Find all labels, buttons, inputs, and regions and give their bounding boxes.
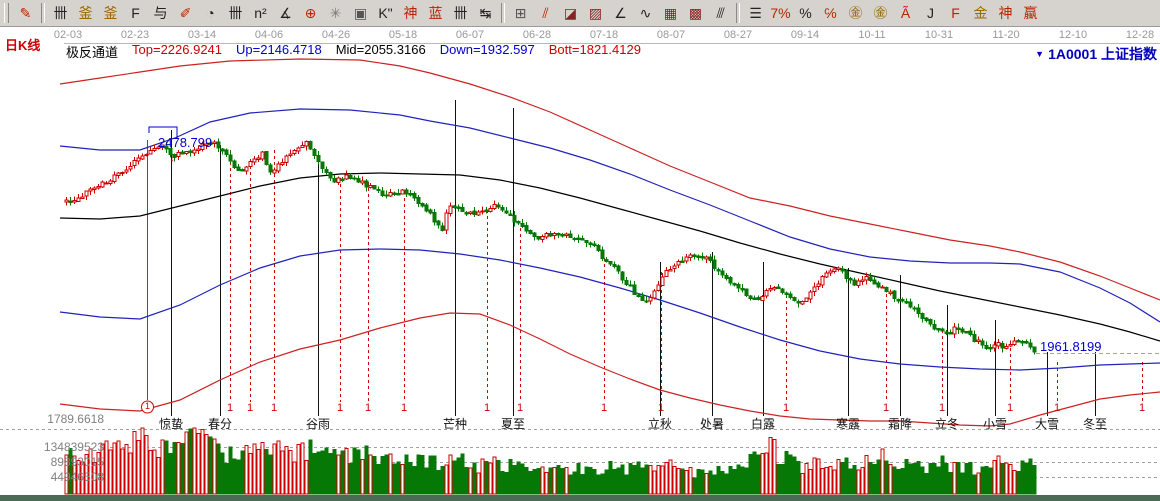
status-bar <box>0 495 1160 501</box>
parallel-lines-icon[interactable]: ⫻ <box>708 2 733 25</box>
gold-circle-icon[interactable]: ㊎ <box>843 2 868 25</box>
percent7-icon[interactable]: 7% <box>768 2 793 25</box>
wave-fit-icon[interactable]: Ã <box>893 2 918 25</box>
gold-circle2-icon[interactable]: ㊎ <box>868 2 893 25</box>
box-tool-icon[interactable]: ⊞ <box>508 2 533 25</box>
angle-measure-icon[interactable]: ∡ <box>273 2 298 25</box>
percent-line-icon[interactable]: ℅ <box>818 2 843 25</box>
pen-icon[interactable]: ✐ <box>173 2 198 25</box>
f-ruler-icon[interactable]: F <box>123 2 148 25</box>
chart-area[interactable]: 日K线 极反通道 Top=2226.9241Up=2146.4718Mid=20… <box>0 27 1160 501</box>
shen-icon[interactable]: 神 <box>398 2 423 25</box>
rays-icon[interactable]: ⫽ <box>533 2 558 25</box>
grid2-icon[interactable]: ▩ <box>683 2 708 25</box>
boxed-star-icon[interactable]: ▣ <box>348 2 373 25</box>
crosshair-icon[interactable]: ⊕ <box>298 2 323 25</box>
ying-line-icon[interactable]: 蠃 <box>1018 2 1043 25</box>
spiral-icon[interactable]: 与 <box>148 2 173 25</box>
n-squared-icon[interactable]: n² <box>248 2 273 25</box>
brush-tool-icon[interactable]: ✎ <box>13 2 38 25</box>
lan-icon[interactable]: 蓝 <box>423 2 448 25</box>
stock-chart-app: ✎卌釜釜F与✐◔卌n²∡⊕✳▣K"神蓝卌↹⊞⫽◪▨∠∿▦▩⫻☰7%%℅㊎㊎ÃJF… <box>0 0 1160 501</box>
hash-lines-icon[interactable]: 卌 <box>48 2 73 25</box>
gold-line-icon[interactable]: 金 <box>968 2 993 25</box>
trend-angle-icon[interactable]: ∠ <box>608 2 633 25</box>
toolbar-grip[interactable] <box>4 3 9 23</box>
gann-box-icon[interactable]: ▨ <box>583 2 608 25</box>
k-quote-icon[interactable]: K" <box>373 2 398 25</box>
toolbar-separator <box>41 3 45 23</box>
j-line-icon[interactable]: J <box>918 2 943 25</box>
gold-kettle2-icon[interactable]: 釜 <box>98 2 123 25</box>
f-line-icon[interactable]: F <box>943 2 968 25</box>
gold-kettle-icon[interactable]: 釜 <box>73 2 98 25</box>
clock-icon[interactable]: ◔ <box>198 2 223 25</box>
counter-icon[interactable]: 卌 <box>448 2 473 25</box>
scale-list-icon[interactable]: ☰ <box>743 2 768 25</box>
wave-icon[interactable]: ∿ <box>633 2 658 25</box>
fan-box-icon[interactable]: ◪ <box>558 2 583 25</box>
toolbar-separator <box>501 3 505 23</box>
percent-icon[interactable]: % <box>793 2 818 25</box>
grid-icon[interactable]: ▦ <box>658 2 683 25</box>
shen-line-icon[interactable]: 神 <box>993 2 1018 25</box>
width-adjust-icon[interactable]: ↹ <box>473 2 498 25</box>
kline-chart-canvas[interactable] <box>0 27 1160 501</box>
toolbar-separator <box>736 3 740 23</box>
toolbar: ✎卌釜釜F与✐◔卌n²∡⊕✳▣K"神蓝卌↹⊞⫽◪▨∠∿▦▩⫻☰7%%℅㊎㊎ÃJF… <box>0 0 1160 27</box>
hash-lines2-icon[interactable]: 卌 <box>223 2 248 25</box>
star-icon[interactable]: ✳ <box>323 2 348 25</box>
